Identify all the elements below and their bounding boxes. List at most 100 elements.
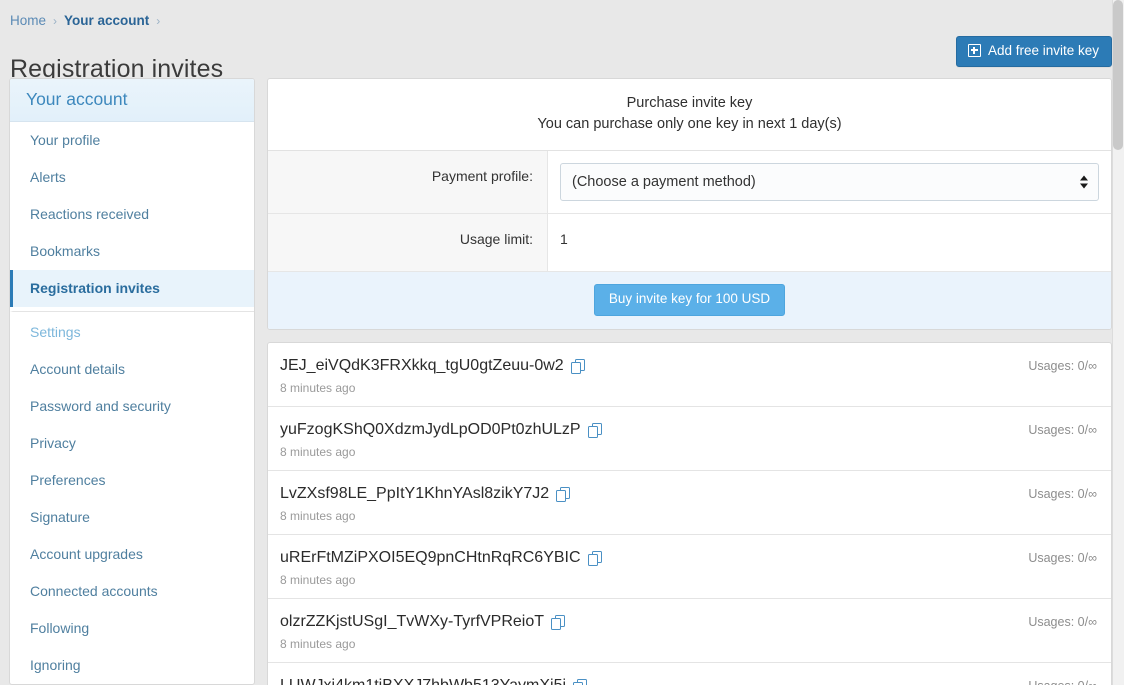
sidebar-item-label: Following xyxy=(30,620,89,636)
sidebar-subheading-settings: Settings xyxy=(10,311,254,351)
sidebar-item-password-and-security[interactable]: Password and security xyxy=(10,388,254,425)
invite-key-code: yuFzogKShQ0XdzmJydLpOD0Pt0zhULzP xyxy=(280,420,581,440)
invite-key-usages: Usages: 0/∞ xyxy=(1028,484,1097,501)
invite-key-code: LvZXsf98LE_PpItY1KhnYAsl8zikY7J2 xyxy=(280,484,549,504)
usage-limit-value: 1 xyxy=(548,214,1111,271)
copy-icon[interactable] xyxy=(571,359,586,375)
main-content: Purchase invite key You can purchase onl… xyxy=(267,78,1112,685)
invite-key-info: yuFzogKShQ0XdzmJydLpOD0Pt0zhULzP 8 minut… xyxy=(280,420,603,459)
invite-key-row: LvZXsf98LE_PpItY1KhnYAsl8zikY7J2 8 minut… xyxy=(268,471,1111,535)
invite-key-row: JEJ_eiVQdK3FRXkkq_tgU0gtZeuu-0w2 8 minut… xyxy=(268,343,1111,407)
page-root: Home › Your account › Registration invit… xyxy=(0,0,1124,685)
invite-key-code-wrap: yuFzogKShQ0XdzmJydLpOD0Pt0zhULzP xyxy=(280,420,603,440)
sidebar-item-label: Bookmarks xyxy=(30,243,100,259)
sidebar-subheading-label: Settings xyxy=(30,324,81,340)
sidebar-item-reactions-received[interactable]: Reactions received xyxy=(10,196,254,233)
invite-key-info: JEJ_eiVQdK3FRXkkq_tgU0gtZeuu-0w2 8 minut… xyxy=(280,356,586,395)
invite-key-usages: Usages: 0/∞ xyxy=(1028,612,1097,629)
usage-limit-label: Usage limit: xyxy=(268,214,548,271)
sidebar-nav-block: Your account Your profile Alerts Reactio… xyxy=(9,78,255,685)
invite-key-row: olzrZZKjstUSgI_TvWXy-TyrfVPReioT 8 minut… xyxy=(268,599,1111,663)
sidebar-item-account-upgrades[interactable]: Account upgrades xyxy=(10,536,254,573)
invite-key-code: uRErFtMZiPXOI5EQ9pnCHtnRqRC6YBIC xyxy=(280,548,581,568)
invite-key-code-wrap: uRErFtMZiPXOI5EQ9pnCHtnRqRC6YBIC xyxy=(280,548,603,568)
invite-key-code-wrap: LvZXsf98LE_PpItY1KhnYAsl8zikY7J2 xyxy=(280,484,571,504)
sidebar-item-following[interactable]: Following xyxy=(10,610,254,647)
sidebar: Your account Your profile Alerts Reactio… xyxy=(9,78,255,685)
purchase-panel-title: Purchase invite key xyxy=(278,93,1101,114)
invite-key-info: uRErFtMZiPXOI5EQ9pnCHtnRqRC6YBIC 8 minut… xyxy=(280,548,603,587)
invite-key-timestamp: 8 minutes ago xyxy=(280,445,603,459)
invite-key-code: LUWJxi4km1tjBXXJ7hbWb513YaymXj5j xyxy=(280,676,566,685)
payment-profile-row: Payment profile: (Choose a payment metho… xyxy=(268,151,1111,214)
invite-key-timestamp: 8 minutes ago xyxy=(280,637,566,651)
chevron-right-icon: › xyxy=(156,14,160,28)
page-scrollbar-thumb[interactable] xyxy=(1113,0,1123,150)
sidebar-item-ignoring[interactable]: Ignoring xyxy=(10,647,254,684)
payment-profile-control: (Choose a payment method) xyxy=(548,151,1111,213)
select-arrows-icon xyxy=(1080,176,1088,189)
purchase-panel-subtitle: You can purchase only one key in next 1 … xyxy=(278,114,1101,135)
invite-key-usages: Usages: 0/∞ xyxy=(1028,356,1097,373)
invite-key-timestamp: 8 minutes ago xyxy=(280,573,603,587)
copy-icon[interactable] xyxy=(573,679,588,685)
invite-key-code-wrap: JEJ_eiVQdK3FRXkkq_tgU0gtZeuu-0w2 xyxy=(280,356,586,376)
sidebar-item-alerts[interactable]: Alerts xyxy=(10,159,254,196)
breadcrumb: Home › Your account › xyxy=(10,13,160,28)
invite-key-row: LUWJxi4km1tjBXXJ7hbWb513YaymXj5j 8 minut… xyxy=(268,663,1111,685)
invite-key-info: LvZXsf98LE_PpItY1KhnYAsl8zikY7J2 8 minut… xyxy=(280,484,571,523)
invite-key-code-wrap: LUWJxi4km1tjBXXJ7hbWb513YaymXj5j xyxy=(280,676,588,685)
purchase-panel-footer: Buy invite key for 100 USD xyxy=(268,272,1111,329)
sidebar-item-label: Account upgrades xyxy=(30,546,143,562)
add-free-invite-key-button[interactable]: Add free invite key xyxy=(956,36,1112,67)
invite-key-timestamp: 8 minutes ago xyxy=(280,509,571,523)
content-area: Your account Your profile Alerts Reactio… xyxy=(0,78,1124,685)
triangle-up-icon xyxy=(1080,176,1088,181)
sidebar-item-label: Ignoring xyxy=(30,657,81,673)
copy-icon[interactable] xyxy=(588,423,603,439)
payment-profile-selected-value: (Choose a payment method) xyxy=(572,174,756,190)
copy-icon[interactable] xyxy=(588,551,603,567)
triangle-down-icon xyxy=(1080,184,1088,189)
sidebar-item-label: Your profile xyxy=(30,132,100,148)
sidebar-heading: Your account xyxy=(10,79,254,122)
invite-key-code: JEJ_eiVQdK3FRXkkq_tgU0gtZeuu-0w2 xyxy=(280,356,564,376)
sidebar-item-bookmarks[interactable]: Bookmarks xyxy=(10,233,254,270)
invite-key-usages: Usages: 0/∞ xyxy=(1028,548,1097,565)
sidebar-item-label: Account details xyxy=(30,361,125,377)
breadcrumb-item-home[interactable]: Home xyxy=(10,13,46,28)
copy-icon[interactable] xyxy=(551,615,566,631)
sidebar-item-label: Preferences xyxy=(30,472,105,488)
breadcrumb-item-your-account[interactable]: Your account xyxy=(64,13,149,28)
sidebar-item-label: Signature xyxy=(30,509,90,525)
sidebar-item-signature[interactable]: Signature xyxy=(10,499,254,536)
payment-profile-select[interactable]: (Choose a payment method) xyxy=(560,163,1099,201)
payment-profile-label: Payment profile: xyxy=(268,151,548,213)
invite-key-row: uRErFtMZiPXOI5EQ9pnCHtnRqRC6YBIC 8 minut… xyxy=(268,535,1111,599)
invite-key-row: yuFzogKShQ0XdzmJydLpOD0Pt0zhULzP 8 minut… xyxy=(268,407,1111,471)
sidebar-item-label: Privacy xyxy=(30,435,76,451)
purchase-invite-key-panel: Purchase invite key You can purchase onl… xyxy=(267,78,1112,330)
page-scrollbar[interactable] xyxy=(1112,0,1124,685)
sidebar-item-label: Registration invites xyxy=(30,280,160,296)
invite-key-info: olzrZZKjstUSgI_TvWXy-TyrfVPReioT 8 minut… xyxy=(280,612,566,651)
sidebar-item-label: Alerts xyxy=(30,169,66,185)
invite-key-timestamp: 8 minutes ago xyxy=(280,381,586,395)
sidebar-item-privacy[interactable]: Privacy xyxy=(10,425,254,462)
sidebar-item-registration-invites[interactable]: Registration invites xyxy=(10,270,254,307)
invite-key-usages: Usages: 0/∞ xyxy=(1028,420,1097,437)
sidebar-item-connected-accounts[interactable]: Connected accounts xyxy=(10,573,254,610)
invite-key-info: LUWJxi4km1tjBXXJ7hbWb513YaymXj5j 8 minut… xyxy=(280,676,588,685)
sidebar-item-preferences[interactable]: Preferences xyxy=(10,462,254,499)
chevron-right-icon: › xyxy=(53,14,57,28)
invite-key-usages: Usages: 0/∞ xyxy=(1028,676,1097,685)
copy-icon[interactable] xyxy=(556,487,571,503)
usage-limit-row: Usage limit: 1 xyxy=(268,214,1111,272)
sidebar-item-label: Connected accounts xyxy=(30,583,158,599)
sidebar-item-label: Password and security xyxy=(30,398,171,414)
buy-invite-key-button[interactable]: Buy invite key for 100 USD xyxy=(594,284,785,316)
sidebar-item-account-details[interactable]: Account details xyxy=(10,351,254,388)
sidebar-item-your-profile[interactable]: Your profile xyxy=(10,122,254,159)
invite-key-code: olzrZZKjstUSgI_TvWXy-TyrfVPReioT xyxy=(280,612,544,632)
invite-key-code-wrap: olzrZZKjstUSgI_TvWXy-TyrfVPReioT xyxy=(280,612,566,632)
